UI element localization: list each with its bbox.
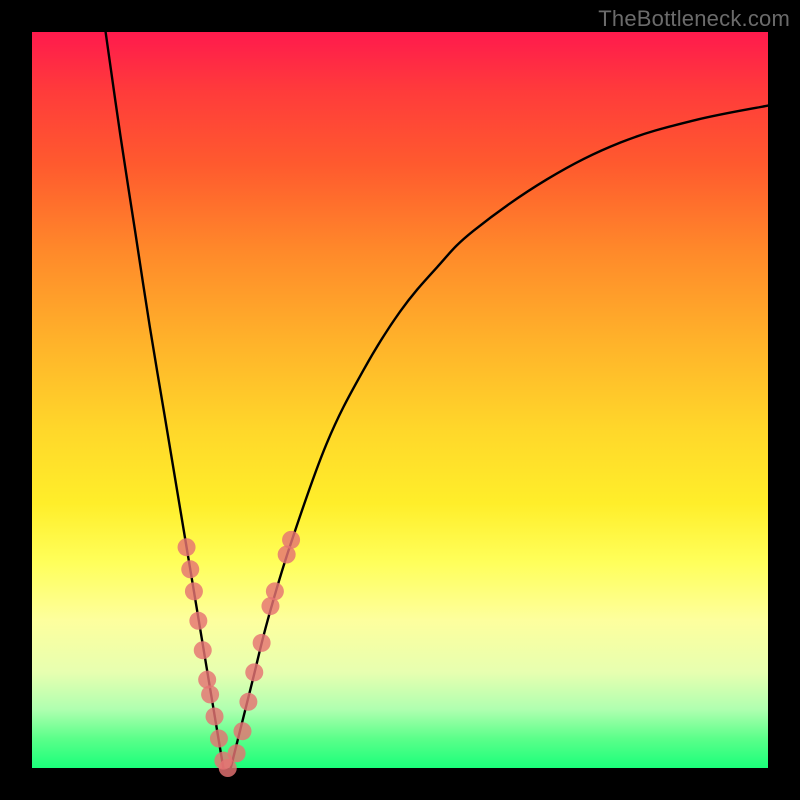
data-marker <box>181 560 199 578</box>
data-marker <box>210 730 228 748</box>
data-marker <box>185 582 203 600</box>
data-marker <box>194 641 212 659</box>
data-marker <box>234 722 252 740</box>
curve-right-branch <box>231 106 768 768</box>
data-marker <box>239 693 257 711</box>
data-marker <box>206 707 224 725</box>
plot-area <box>32 32 768 768</box>
data-marker <box>178 538 196 556</box>
chart-frame: TheBottleneck.com <box>0 0 800 800</box>
data-marker <box>245 663 263 681</box>
data-marker <box>282 531 300 549</box>
data-marker <box>253 634 271 652</box>
data-marker <box>189 612 207 630</box>
chart-svg <box>32 32 768 768</box>
data-marker <box>201 685 219 703</box>
data-marker <box>228 744 246 762</box>
watermark-text: TheBottleneck.com <box>598 6 790 32</box>
data-marker <box>266 582 284 600</box>
